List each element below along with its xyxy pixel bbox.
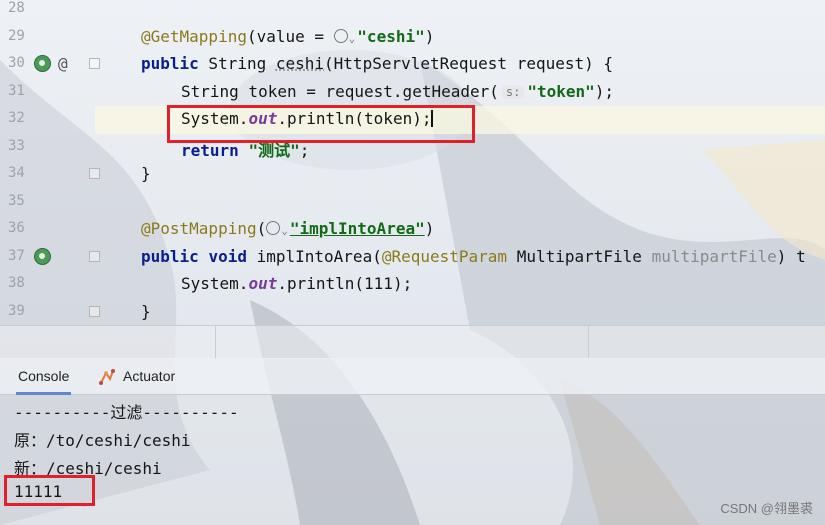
panel-splitter[interactable] <box>0 325 825 359</box>
code-text: public String ceshi(HttpServletRequest r… <box>141 54 614 73</box>
code-line: 36 @PostMapping(⌄ "implIntoArea") <box>0 216 825 244</box>
spring-bean-icon[interactable] <box>34 55 51 72</box>
chevron-down-icon[interactable]: ⌄ <box>281 224 288 237</box>
line-number: 38 <box>8 275 25 291</box>
code-line: 31 String token = request.getHeader(s: "t… <box>0 79 825 107</box>
console-line: ----------过滤---------- <box>14 403 239 422</box>
code-text: @GetMapping(value = ⌄ "ceshi") <box>141 26 435 46</box>
actuator-icon[interactable] <box>98 368 116 386</box>
divider <box>588 326 589 359</box>
line-number: 37 <box>8 247 25 264</box>
fold-icon[interactable] <box>89 168 100 179</box>
code-text: } <box>141 164 151 183</box>
tool-window-tabs: Console Actuator <box>0 358 825 395</box>
code-line: 28 <box>0 0 825 24</box>
spring-bean-icon[interactable] <box>34 247 51 265</box>
highlight-box <box>167 105 475 143</box>
line-number: 34 <box>8 165 25 181</box>
line-number: 35 <box>8 192 25 209</box>
line-number: 30 <box>8 55 25 71</box>
fold-icon[interactable] <box>89 58 100 69</box>
code-line: 39 } <box>0 299 825 327</box>
code-line: 35 <box>0 189 825 217</box>
chevron-down-icon[interactable]: ⌄ <box>349 32 356 45</box>
code-line: 38 System.out.println(111); <box>0 271 825 299</box>
line-number: 29 <box>8 27 25 44</box>
code-text: public void implIntoArea(@RequestParam M… <box>141 246 806 266</box>
line-number: 28 <box>8 0 25 16</box>
code-line: 34 } <box>0 161 825 189</box>
parameter-hint: s: <box>501 84 525 99</box>
globe-icon[interactable] <box>333 28 348 43</box>
line-number: 31 <box>8 82 25 99</box>
code-line: 37 public void implIntoArea(@RequestPara… <box>0 244 825 272</box>
code-editor[interactable]: 28 29 @GetMapping(value = ⌄ "ceshi") 30 @… <box>0 0 825 325</box>
console-line: 原：/to/ceshi/ceshi <box>14 431 191 450</box>
tab-console[interactable]: Console <box>15 368 72 395</box>
code-text: } <box>141 301 151 321</box>
fold-icon[interactable] <box>89 250 100 262</box>
line-number: 33 <box>8 137 25 154</box>
fold-icon[interactable] <box>89 305 100 317</box>
watermark: CSDN @翎墨裘 <box>720 501 813 516</box>
code-text: String token = request.getHeader(s: "toke… <box>181 81 615 101</box>
code-text: @PostMapping(⌄ "implIntoArea") <box>141 219 435 238</box>
code-line: 29 @GetMapping(value = ⌄ "ceshi") <box>0 24 825 52</box>
line-number: 32 <box>8 110 25 126</box>
line-number: 36 <box>8 220 25 236</box>
highlight-box <box>4 475 95 506</box>
code-line: 30 @ public String ceshi(HttpServletRequ… <box>0 51 825 79</box>
tab-actuator[interactable]: Actuator <box>123 368 175 384</box>
console-output[interactable]: ----------过滤---------- 原：/to/ceshi/ceshi… <box>0 394 825 525</box>
divider <box>215 326 216 359</box>
code-text: System.out.println(111); <box>181 274 413 293</box>
line-number: 39 <box>8 302 25 319</box>
at-icon[interactable]: @ <box>58 54 68 73</box>
globe-icon[interactable] <box>266 221 281 235</box>
